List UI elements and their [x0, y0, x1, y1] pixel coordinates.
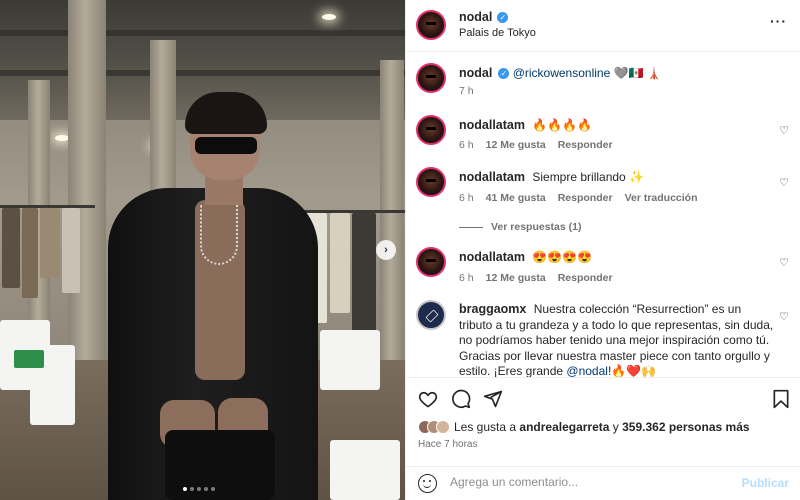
person-sunglasses	[195, 137, 257, 154]
chevron-right-icon: ›	[384, 244, 388, 256]
hanging-cloth	[2, 208, 20, 288]
avatar[interactable]	[416, 63, 446, 93]
hanging-cloth	[352, 213, 376, 333]
white-chair	[330, 440, 400, 500]
hanging-cloth	[40, 208, 60, 278]
comment-meta: 6 h 41 Me gusta Responder Ver traducción	[459, 192, 698, 204]
ceiling-lamp	[55, 135, 69, 141]
carousel-dot	[197, 487, 201, 491]
post-side-panel: nodal ✓ Palais de Tokyo ··· nodal ✓ @rick…	[405, 0, 800, 500]
translate-button[interactable]: Ver traducción	[625, 192, 698, 204]
comment-likes[interactable]: 12 Me gusta	[486, 139, 546, 151]
carousel-dot	[183, 487, 187, 491]
brand-avatar[interactable]	[416, 300, 446, 330]
carousel-dot	[190, 487, 194, 491]
photo-pillar	[380, 60, 404, 380]
view-replies-label: Ver respuestas (1)	[491, 221, 582, 233]
avatar[interactable]	[416, 247, 446, 277]
reply-button[interactable]: Responder	[558, 272, 613, 284]
reply-button[interactable]: Responder	[558, 139, 613, 151]
caption-meta: 7 h	[459, 85, 474, 97]
photo-pillar	[68, 0, 106, 380]
share-icon[interactable]	[483, 389, 503, 409]
more-icon[interactable]: ···	[770, 13, 787, 29]
verified-icon: ✓	[498, 68, 510, 79]
carousel-dot	[204, 487, 208, 491]
comment-likes[interactable]: 12 Me gusta	[486, 272, 546, 284]
avatar[interactable]	[416, 167, 446, 197]
post-actions: Les gusta a andrealegarreta y 359.362 pe…	[406, 377, 800, 477]
likes-count[interactable]: 359.362 personas más	[622, 420, 749, 434]
comment-input[interactable]	[450, 475, 730, 489]
likes-joiner: y	[612, 420, 619, 434]
comment-meta: 6 h 12 Me gusta Responder	[459, 272, 613, 284]
hanging-cloth	[22, 208, 38, 298]
verified-icon: ✓	[497, 12, 509, 23]
post-header: nodal ✓ Palais de Tokyo ···	[406, 0, 800, 52]
green-item	[14, 350, 44, 368]
heart-icon[interactable]: ♡	[779, 310, 789, 323]
add-comment-bar: Publicar	[406, 466, 800, 500]
hanging-cloth	[62, 208, 80, 293]
carousel-next-button[interactable]: ›	[376, 240, 396, 260]
view-replies-button[interactable]: Ver respuestas (1)	[459, 221, 581, 233]
bookmark-icon[interactable]	[772, 389, 790, 409]
person-bag	[165, 430, 275, 500]
heart-icon[interactable]: ♡	[779, 256, 789, 269]
avatar[interactable]	[416, 10, 446, 40]
reply-button[interactable]: Responder	[558, 192, 613, 204]
comment-time: 6 h	[459, 139, 474, 151]
likes-summary: Les gusta a andrealegarreta y 359.362 pe…	[418, 420, 750, 434]
author-username[interactable]: nodal	[459, 10, 492, 24]
comment-time: 6 h	[459, 272, 474, 284]
carousel-dot	[211, 487, 215, 491]
heart-icon[interactable]	[418, 389, 438, 409]
liker-avatar	[436, 420, 450, 434]
photo-beam	[0, 70, 405, 76]
comment-username[interactable]: braggaomx	[459, 302, 526, 316]
likes-user[interactable]: andrealegarreta	[519, 420, 609, 434]
caption-emojis: 🩶🇲🇽 🗼	[613, 66, 662, 80]
comment-meta: 6 h 12 Me gusta Responder	[459, 139, 613, 151]
post-photo[interactable]: ›	[0, 0, 405, 500]
likes-prefix: Les gusta a	[454, 420, 517, 434]
person-chain	[200, 205, 238, 265]
comment-username[interactable]: nodallatam	[459, 170, 525, 184]
comment-username[interactable]: nodallatam	[459, 118, 525, 132]
replies-divider	[459, 226, 483, 228]
carousel-dots	[183, 487, 215, 491]
caption-username[interactable]: nodal	[459, 66, 492, 80]
caption-time: 7 h	[459, 85, 474, 97]
comment-time: 6 h	[459, 192, 474, 204]
photo-beam	[0, 30, 405, 36]
post-location[interactable]: Palais de Tokyo	[459, 27, 536, 39]
hanging-cloth	[330, 213, 350, 313]
white-chair	[320, 330, 380, 390]
post-time-ago: Hace 7 horas	[418, 439, 478, 450]
caption-mention[interactable]: @rickowensonline	[513, 66, 611, 80]
emoji-icon[interactable]	[418, 474, 437, 493]
ceiling-lamp	[322, 14, 336, 20]
avatar[interactable]	[416, 115, 446, 145]
comment-likes[interactable]: 41 Me gusta	[486, 192, 546, 204]
heart-icon[interactable]: ♡	[779, 124, 789, 137]
comment-username[interactable]: nodallatam	[459, 250, 525, 264]
comment-icon[interactable]	[451, 389, 471, 409]
comment-text: 😍😍😍😍	[532, 250, 593, 264]
heart-icon[interactable]: ♡	[779, 176, 789, 189]
comment-text: Siempre brillando ✨	[532, 170, 644, 184]
publish-button[interactable]: Publicar	[742, 476, 789, 490]
comment-emojis: !🔥❤️🙌	[607, 364, 657, 378]
comment-text: 🔥🔥🔥🔥	[532, 118, 593, 132]
comment-mention[interactable]: @nodal	[566, 364, 608, 378]
